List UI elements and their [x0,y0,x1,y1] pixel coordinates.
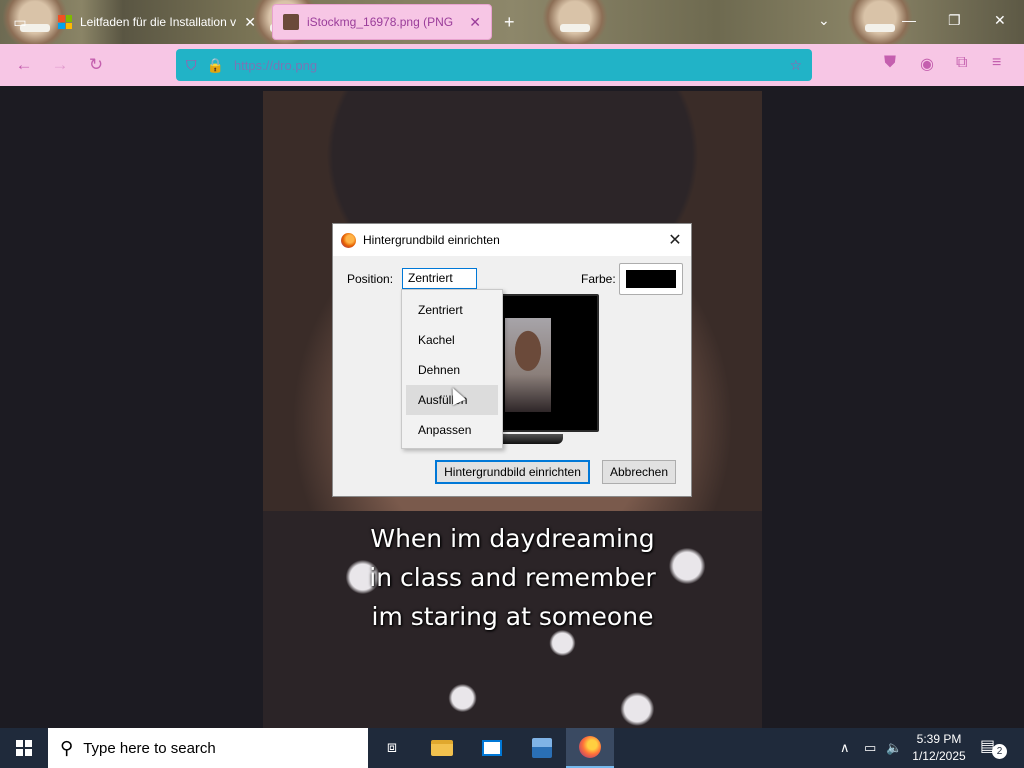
position-label: Position: [347,272,394,286]
taskbar: ⚲ Type here to search ⧈ ∧ ▭ 🔈 5:39 PM 1/… [0,728,1024,768]
volume-muted-icon[interactable]: 🔈 [886,740,902,756]
menu-icon[interactable]: ≡ [992,54,1001,72]
tab-leitfaden[interactable]: Leitfaden für die Installation vo ✕ [48,4,266,40]
tab-strip: ▭ Leitfaden für die Installation vo ✕ iS… [0,0,1024,44]
back-icon[interactable]: ← [12,54,36,76]
server-icon [532,738,552,758]
url-text[interactable]: https://dro.png [234,58,780,73]
store-button[interactable] [468,728,516,768]
notification-center-button[interactable]: ▤ 2 [980,736,1010,760]
microsoft-logo-icon [58,15,72,29]
set-background-button[interactable]: Hintergrundbild einrichten [435,460,590,484]
task-view-button[interactable]: ⧈ [368,728,416,768]
start-button[interactable] [0,728,48,768]
lock-icon[interactable]: 🔒 [207,57,224,74]
tab-list-icon[interactable]: ▭ [8,12,32,32]
close-window-button[interactable]: ✕ [994,12,1006,29]
account-icon[interactable]: ◉ [920,54,934,74]
position-select[interactable]: Zentriert [402,268,477,289]
clock-date: 1/12/2025 [912,749,966,763]
dialog-title: Hintergrundbild einrichten [363,233,500,247]
store-icon [482,740,502,756]
firefox-taskbar-button[interactable] [566,728,614,768]
bookmark-star-icon[interactable]: ☆ [789,57,802,74]
tab-title: iStockmg_16978.png (PNG [307,15,454,29]
close-icon[interactable]: ✕ [667,230,683,250]
caption-line: in class and remember [369,563,656,592]
server-manager-button[interactable] [518,728,566,768]
file-explorer-button[interactable] [418,728,466,768]
color-picker-button[interactable] [619,263,683,295]
restore-button[interactable]: ❐ [948,12,961,29]
shield-icon[interactable]: ⛉ [186,57,197,74]
navigation-toolbar: ← → ↻ ⛉ 🔒 https://dro.png ☆ ⛊ ◉ ⧉ ≡ [0,44,1024,86]
option-zentriert[interactable]: Zentriert [406,295,498,325]
image-caption: When im daydreaming in class and remembe… [263,519,762,636]
url-bar[interactable]: ⛉ 🔒 https://dro.png ☆ [176,49,812,81]
extensions-icon[interactable]: ⧉ [956,54,967,72]
tab-image-active[interactable]: iStockmg_16978.png (PNG ✕ [272,4,492,40]
position-dropdown-list: Zentriert Kachel Dehnen Ausfüllen Anpass… [401,289,503,449]
cancel-button[interactable]: Abbrechen [602,460,676,484]
caption-line: im staring at someone [371,602,654,631]
search-icon: ⚲ [60,737,74,758]
preview-thumbnail [505,318,551,412]
folder-icon [431,740,453,756]
firefox-icon [579,736,601,758]
list-all-tabs-icon[interactable]: ⌄ [818,12,830,29]
windows-logo-icon [16,740,32,756]
option-anpassen[interactable]: Anpassen [406,415,498,445]
reload-icon[interactable]: ↻ [84,54,108,76]
caption-line: When im daydreaming [370,524,655,553]
color-label: Farbe: [581,272,616,286]
color-swatch [626,270,676,288]
search-placeholder: Type here to search [83,739,216,757]
dialog-titlebar: Hintergrundbild einrichten ✕ [333,224,691,256]
network-icon[interactable]: ▭ [864,740,876,756]
close-tab-icon[interactable]: ✕ [469,14,481,31]
set-background-dialog: Hintergrundbild einrichten ✕ Position: Z… [332,223,692,497]
firefox-icon [341,232,356,248]
tab-title: Leitfaden für die Installation vo [80,15,237,29]
minimize-button[interactable]: — [902,12,916,28]
new-tab-button[interactable]: + [504,12,515,33]
pocket-icon[interactable]: ⛊ [884,54,896,72]
wallpaper-face-decoration [540,0,610,44]
forward-icon[interactable]: → [48,54,72,76]
show-hidden-icons-chevron-icon[interactable]: ∧ [840,740,850,756]
system-clock[interactable]: 5:39 PM 1/12/2025 [904,731,974,765]
image-favicon-icon [283,14,299,30]
close-tab-icon[interactable]: ✕ [244,14,256,31]
clock-time: 5:39 PM [916,732,962,746]
option-dehnen[interactable]: Dehnen [406,355,498,385]
notification-badge: 2 [992,744,1007,759]
taskbar-search[interactable]: ⚲ Type here to search [48,728,368,768]
option-kachel[interactable]: Kachel [406,325,498,355]
